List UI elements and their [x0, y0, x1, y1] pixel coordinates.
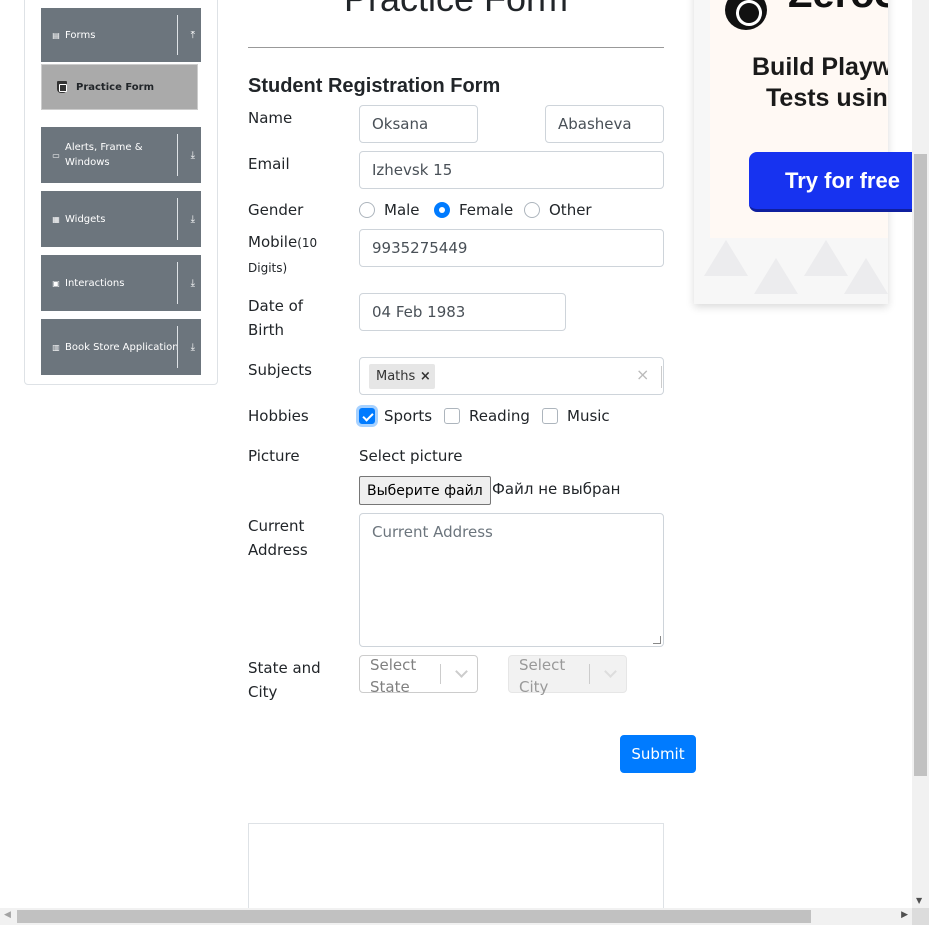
file-status-text: Файл не выбран — [492, 480, 621, 498]
address-label-line: Address — [248, 541, 308, 559]
checkbox-box[interactable] — [359, 408, 375, 424]
sidebar-group-forms[interactable]: ▤ Forms ⤒ — [41, 8, 201, 62]
sidebar-group-alerts[interactable]: ▭ Alerts, Frame & Windows ⤓ — [41, 127, 201, 183]
widgets-icon: ▦ — [52, 214, 60, 224]
sidebar-group-label: Alerts, Frame & Windows — [65, 142, 143, 168]
scrollbar-corner — [912, 908, 929, 925]
expand-icon[interactable]: ⤓ — [191, 342, 195, 353]
name-label: Name — [248, 109, 293, 127]
subjects-separator — [661, 366, 662, 388]
chevron-down-icon[interactable] — [455, 665, 468, 678]
city-placeholder: Select City — [519, 656, 566, 696]
select-picture-text: Select picture — [359, 447, 463, 465]
radio-circle[interactable] — [524, 202, 540, 218]
radio-label[interactable]: Male — [384, 201, 420, 219]
horizontal-scroll-thumb[interactable] — [17, 910, 811, 923]
address-label-line: Current — [248, 517, 305, 535]
email-label: Email — [248, 155, 290, 173]
sidebar-group-label: Widgets — [65, 213, 106, 225]
state-placeholder: Select State — [370, 656, 417, 696]
vertical-scrollbar[interactable]: ▼ — [912, 0, 929, 908]
form-heading: Student Registration Form — [248, 75, 501, 97]
sidebar-group-label: Book Store Application — [65, 341, 179, 353]
sidebar-group-label: Forms — [65, 29, 96, 41]
sidebar-item-practice-form[interactable]: Practice Form — [41, 64, 198, 110]
scroll-right-icon[interactable]: ▶ — [901, 910, 908, 920]
ad-headline-line: Tests using — [766, 84, 888, 112]
hobby-music-checkbox[interactable]: Music — [542, 404, 610, 428]
checkbox-label[interactable]: Reading — [469, 407, 530, 425]
chip-remove-icon[interactable]: × — [415, 369, 435, 384]
scroll-down-icon[interactable]: ▼ — [916, 896, 922, 905]
mobile-label: Mobile(10 Digits) — [248, 230, 338, 280]
subject-chip: Maths × — [369, 364, 436, 389]
first-name-input[interactable]: Oksana — [359, 105, 478, 143]
submit-button[interactable]: Submit — [620, 735, 696, 773]
current-address-textarea[interactable]: Current Address — [359, 513, 664, 647]
gender-male-radio[interactable]: Male — [359, 198, 420, 222]
gender-other-radio[interactable]: Other — [524, 198, 592, 222]
choose-file-button[interactable]: Выберите файл — [359, 476, 491, 505]
window-icon: ▭ — [52, 150, 60, 160]
clear-icon[interactable]: × — [636, 365, 649, 384]
book-icon: ▥ — [52, 342, 60, 352]
hobby-reading-checkbox[interactable]: Reading — [444, 404, 530, 428]
dob-label-line: Date of — [248, 297, 304, 315]
hobby-sports-checkbox[interactable]: Sports — [359, 404, 432, 428]
checkbox-label[interactable]: Music — [567, 407, 610, 425]
sidebar-group-interactions[interactable]: ▣ Interactions ⤓ — [41, 255, 201, 311]
ad-cta-button[interactable]: Try for free — [749, 152, 929, 212]
last-name-input[interactable]: Abasheva — [545, 105, 664, 143]
gender-female-radio[interactable]: Female — [434, 198, 513, 222]
state-select[interactable]: Select State — [359, 655, 478, 696]
mobile-label-text: Mobile — [248, 233, 298, 251]
mobile-input[interactable]: 9935275449 — [359, 229, 664, 267]
radio-label[interactable]: Other — [549, 201, 592, 219]
dob-label-line: Birth — [248, 321, 285, 339]
chip-label: Maths — [376, 369, 416, 384]
state-city-label-line: State and — [248, 659, 321, 677]
page-title: Practice Form — [248, 0, 664, 20]
sidebar-group-label: Interactions — [65, 277, 125, 289]
state-city-label: State and City — [248, 656, 321, 704]
title-divider — [248, 47, 664, 48]
picture-label: Picture — [248, 447, 300, 465]
sidebar-group-book-store[interactable]: ▥ Book Store Application ⤓ — [41, 319, 201, 375]
ad-headline-line: Build Playwr — [752, 53, 888, 81]
date-of-birth-input[interactable]: 04 Feb 1983 — [359, 293, 566, 331]
resize-handle-icon[interactable] — [653, 636, 661, 644]
hobbies-label: Hobbies — [248, 407, 309, 425]
scroll-left-icon[interactable]: ◀ — [4, 910, 11, 920]
address-placeholder: Current Address — [372, 523, 493, 541]
current-address-label: Current Address — [248, 514, 308, 562]
radio-circle[interactable] — [359, 202, 375, 218]
radio-circle[interactable] — [434, 202, 450, 218]
expand-icon[interactable]: ⤓ — [191, 214, 195, 225]
city-select: Select City — [508, 655, 627, 696]
html5-icon — [57, 81, 67, 93]
gender-label: Gender — [248, 201, 304, 219]
ad-headline: Build Playwr Tests using — [752, 52, 888, 114]
checkbox-box[interactable] — [444, 408, 460, 424]
radio-label[interactable]: Female — [459, 201, 513, 219]
email-input[interactable]: Izhevsk 15 — [359, 151, 664, 189]
form-icon: ▤ — [52, 30, 60, 40]
state-city-label-line: City — [248, 683, 278, 701]
sidebar-item-label: Practice Form — [76, 81, 154, 93]
checkbox-box[interactable] — [542, 408, 558, 424]
vertical-scroll-thumb[interactable] — [914, 154, 927, 776]
sidebar-group-widgets[interactable]: ▦ Widgets ⤓ — [41, 191, 201, 247]
expand-icon[interactable]: ⤓ — [191, 278, 195, 289]
interactions-icon: ▣ — [52, 278, 60, 288]
collapse-icon[interactable]: ⤒ — [191, 30, 195, 41]
checkbox-label[interactable]: Sports — [384, 407, 432, 425]
dob-label: Date of Birth — [248, 294, 303, 342]
ad-brand: ZeroS — [788, 0, 888, 17]
horizontal-scrollbar[interactable]: ◀ ▶ — [0, 908, 912, 925]
subjects-label: Subjects — [248, 361, 312, 379]
expand-icon[interactable]: ⤓ — [191, 150, 195, 161]
chevron-down-icon — [604, 665, 617, 678]
